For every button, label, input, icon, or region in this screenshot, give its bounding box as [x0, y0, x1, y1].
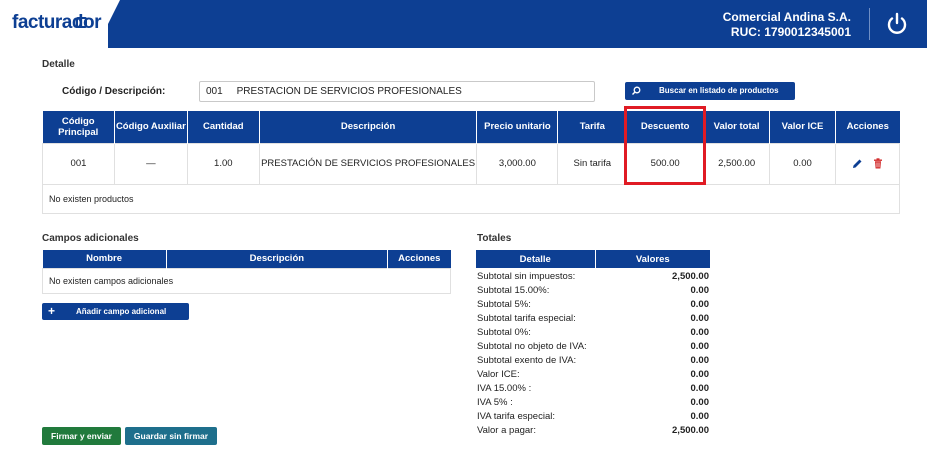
list-item: IVA 15.00% : 0.00	[477, 382, 709, 396]
total-value: 2,500.00	[672, 271, 709, 282]
app-header: facturador Comercial Andina S.A. RUC: 17…	[0, 0, 927, 48]
total-label: Subtotal 5%:	[477, 299, 531, 310]
total-label: Subtotal 0%:	[477, 327, 531, 338]
cell-precio-unitario[interactable]: 3,000.00	[476, 142, 559, 185]
total-value: 0.00	[690, 355, 710, 366]
total-label: IVA tarifa especial:	[477, 411, 555, 422]
header-divider	[869, 8, 870, 40]
total-label: Valor ICE:	[477, 369, 520, 380]
cell-valor-total: 2,500.00	[703, 142, 771, 185]
logo-mark-icon	[76, 17, 87, 28]
total-value: 0.00	[690, 411, 710, 422]
list-item: Subtotal sin impuestos: 2,500.00	[477, 270, 709, 284]
col-valores: Valores	[595, 250, 710, 268]
list-item: Valor a pagar: 2,500.00	[477, 424, 709, 438]
total-value: 0.00	[690, 397, 710, 408]
totales-header-row: Detalle Valores	[476, 250, 710, 268]
campos-empty-row: No existen campos adicionales	[42, 267, 451, 294]
no-campos-text: No existen campos adicionales	[42, 267, 451, 294]
list-item: Subtotal exento de IVA: 0.00	[477, 354, 709, 368]
logout-button[interactable]	[883, 10, 911, 38]
cell-descripcion: PRESTACIÓN DE SERVICIOS PROFESIONALES	[258, 142, 478, 185]
campos-header-row: Nombre Descripción Acciones	[42, 250, 451, 268]
search-icon	[632, 86, 641, 95]
table-header-row: Código Principal Código Auxiliar Cantida…	[42, 111, 900, 143]
col-tarifa: Tarifa	[557, 111, 628, 143]
list-item: Subtotal 0%: 0.00	[477, 326, 709, 340]
col-nombre: Nombre	[42, 250, 167, 268]
totales-list: Subtotal sin impuestos: 2,500.00 Subtotal…	[477, 270, 709, 438]
campos-table: Nombre Descripción Acciones No existen c…	[42, 250, 451, 294]
detalle-title: Detalle	[42, 59, 75, 70]
cell-codigo-principal: 001	[42, 142, 115, 185]
empty-row: No existen productos	[42, 183, 900, 214]
edit-icon[interactable]	[852, 158, 863, 169]
total-value: 0.00	[690, 299, 710, 310]
total-label: Subtotal 15.00%:	[477, 285, 550, 296]
buscar-productos-button[interactable]: Buscar en listado de productos	[625, 82, 795, 100]
totales-table: Detalle Valores	[476, 250, 710, 268]
descuento-highlight-box	[624, 106, 706, 185]
total-label: Subtotal exento de IVA:	[477, 355, 577, 366]
col-campos-descripcion: Descripción	[166, 250, 389, 268]
col-acciones: Acciones	[835, 111, 900, 143]
cell-tarifa: Sin tarifa	[557, 142, 628, 185]
add-campo-label: Añadir campo adicional	[76, 307, 167, 316]
col-valor-ice: Valor ICE	[769, 111, 836, 143]
col-precio-unitario: Precio unitario	[476, 111, 559, 143]
cell-valor-ice: 0.00	[769, 142, 836, 185]
company-name: Comercial Andina S.A.	[722, 10, 851, 24]
total-label: Subtotal tarifa especial:	[477, 313, 576, 324]
list-item: Subtotal tarifa especial: 0.00	[477, 312, 709, 326]
list-item: IVA tarifa especial: 0.00	[477, 410, 709, 424]
total-value: 0.00	[690, 369, 710, 380]
total-value: 2,500.00	[672, 425, 709, 436]
list-item: Subtotal no objeto de IVA: 0.00	[477, 340, 709, 354]
no-products-text: No existen productos	[42, 183, 900, 214]
campos-title: Campos adicionales	[42, 233, 139, 244]
col-codigo-principal: Código Principal	[42, 111, 115, 143]
col-codigo-auxiliar: Código Auxiliar	[114, 111, 188, 143]
total-label: Subtotal sin impuestos:	[477, 271, 576, 282]
total-value: 0.00	[690, 285, 710, 296]
company-info: Comercial Andina S.A. RUC: 1790012345001	[723, 10, 851, 40]
list-item: Subtotal 5%: 0.00	[477, 298, 709, 312]
codigo-input[interactable]	[199, 81, 595, 102]
firmar-enviar-button[interactable]: Firmar y enviar	[42, 427, 121, 445]
power-icon	[887, 12, 907, 34]
col-valor-total: Valor total	[703, 111, 771, 143]
col-cantidad: Cantidad	[187, 111, 260, 143]
total-value: 0.00	[690, 341, 710, 352]
cell-acciones	[834, 142, 901, 185]
productos-table: Código Principal Código Auxiliar Cantida…	[42, 111, 901, 214]
total-value: 0.00	[690, 327, 710, 338]
app-logo[interactable]: facturador	[12, 12, 101, 34]
list-item: Valor ICE: 0.00	[477, 368, 709, 382]
total-label: Valor a pagar:	[477, 425, 536, 436]
add-campo-button[interactable]: + Añadir campo adicional	[42, 303, 189, 320]
col-detalle: Detalle	[476, 250, 596, 268]
codigo-label: Código / Descripción:	[62, 86, 166, 97]
cell-codigo-auxiliar: —	[113, 142, 188, 185]
col-descripcion: Descripción	[259, 111, 478, 143]
col-campos-acciones: Acciones	[387, 250, 451, 268]
buscar-label: Buscar en listado de productos	[659, 86, 779, 95]
total-label: IVA 15.00% :	[477, 383, 532, 394]
totales-title: Totales	[477, 233, 512, 244]
delete-icon[interactable]	[873, 158, 883, 169]
total-label: IVA 5% :	[477, 397, 513, 408]
guardar-sin-firmar-button[interactable]: Guardar sin firmar	[125, 427, 217, 445]
table-row: 001 — 1.00 PRESTACIÓN DE SERVICIOS PROFE…	[42, 142, 901, 185]
total-value: 0.00	[690, 383, 710, 394]
cell-cantidad[interactable]: 1.00	[186, 142, 260, 185]
plus-icon: +	[48, 304, 56, 318]
total-value: 0.00	[690, 313, 710, 324]
list-item: Subtotal 15.00%: 0.00	[477, 284, 709, 298]
company-ruc: RUC: 1790012345001	[730, 25, 851, 39]
list-item: IVA 5% : 0.00	[477, 396, 709, 410]
total-label: Subtotal no objeto de IVA:	[477, 341, 587, 352]
